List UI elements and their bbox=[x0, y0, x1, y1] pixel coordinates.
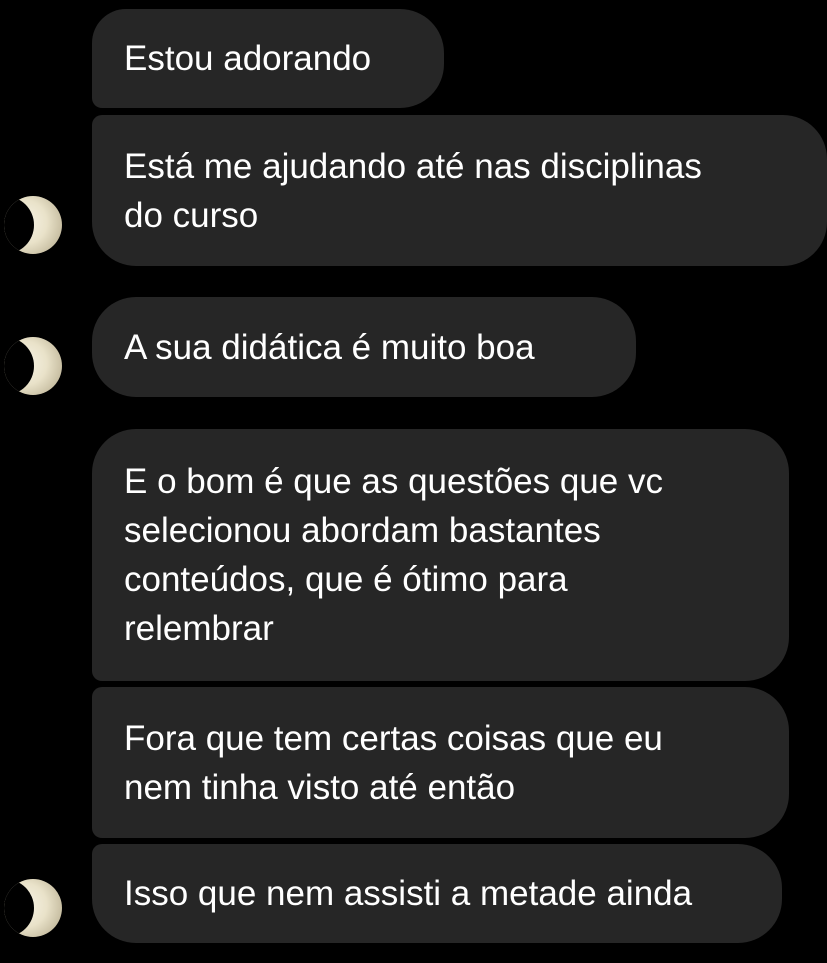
message-text: Fora que tem certas coisas que eu nem ti… bbox=[124, 718, 663, 807]
message-bubble[interactable]: Isso que nem assisti a metade ainda bbox=[92, 844, 782, 943]
message-bubble[interactable]: A sua didática é muito boa bbox=[92, 297, 636, 397]
message-text: Isso que nem assisti a metade ainda bbox=[124, 874, 693, 913]
message-text: Estou adorando bbox=[124, 39, 372, 78]
message-text: Está me ajudando até nas disciplinas do … bbox=[124, 146, 702, 235]
message-bubble[interactable]: E o bom é que as questões que vc selecio… bbox=[92, 429, 789, 681]
sender-avatar[interactable] bbox=[4, 337, 62, 395]
sender-avatar[interactable] bbox=[4, 196, 62, 254]
sender-avatar[interactable] bbox=[4, 879, 62, 937]
chat-thread: Estou adorando Está me ajudando até nas … bbox=[0, 0, 827, 963]
message-text: E o bom é que as questões que vc selecio… bbox=[124, 462, 663, 648]
message-bubble[interactable]: Fora que tem certas coisas que eu nem ti… bbox=[92, 687, 789, 838]
message-bubble[interactable]: Está me ajudando até nas disciplinas do … bbox=[92, 115, 827, 266]
message-bubble[interactable]: Estou adorando bbox=[92, 9, 444, 108]
message-text: A sua didática é muito boa bbox=[124, 327, 535, 367]
